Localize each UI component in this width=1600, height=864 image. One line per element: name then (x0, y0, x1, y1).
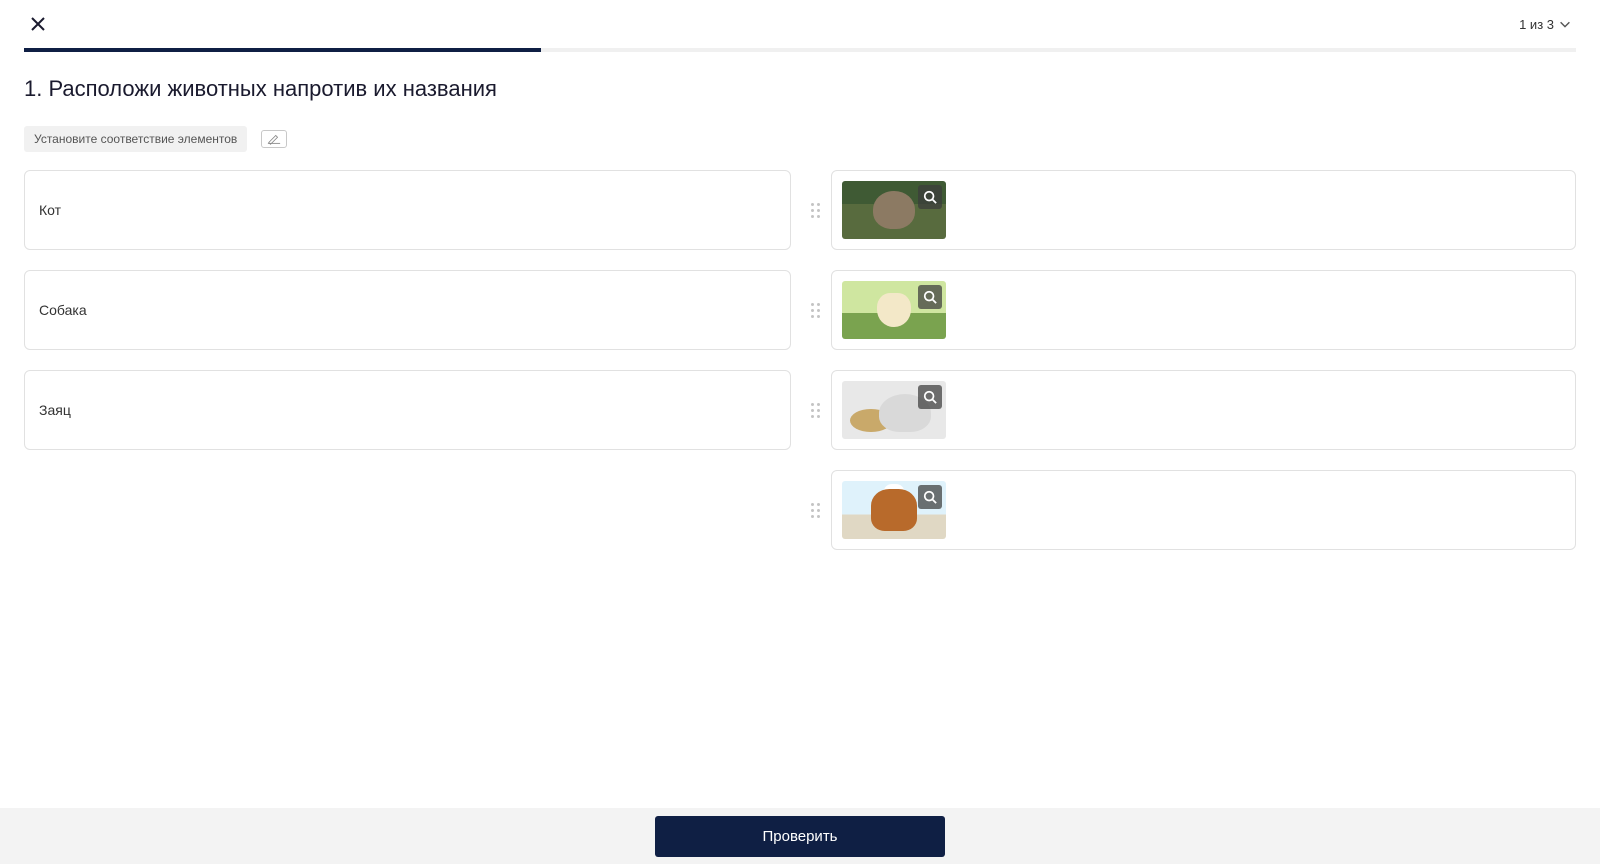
drag-handle-icon[interactable] (809, 403, 821, 418)
draw-tool-button[interactable] (261, 130, 287, 148)
draggable-item[interactable] (809, 470, 1576, 550)
magnifier-icon (923, 290, 937, 304)
zoom-button[interactable] (918, 285, 942, 309)
pager[interactable]: 1 из 3 (1519, 17, 1572, 32)
question-hint: Установите соответствие элементов (24, 126, 247, 152)
drag-handle-icon[interactable] (809, 303, 821, 318)
matching-columns: Кот Собака Заяц (24, 170, 1576, 550)
question-title: 1. Расположи животных напротив их назван… (24, 76, 1576, 102)
zoom-button[interactable] (918, 385, 942, 409)
right-column (809, 170, 1576, 550)
hare-image (842, 181, 946, 239)
footer: Проверить (0, 808, 1600, 864)
close-button[interactable] (24, 10, 52, 38)
magnifier-icon (923, 490, 937, 504)
cat-image (842, 381, 946, 439)
header: 1 из 3 (0, 0, 1600, 48)
drop-slot[interactable]: Заяц (24, 370, 791, 450)
slot-label: Кот (39, 202, 61, 218)
drag-handle-icon[interactable] (809, 203, 821, 218)
magnifier-icon (923, 390, 937, 404)
drop-slot[interactable]: Кот (24, 170, 791, 250)
magnifier-icon (923, 190, 937, 204)
pager-label: 1 из 3 (1519, 17, 1554, 32)
draggable-item[interactable] (809, 170, 1576, 250)
slot-label: Собака (39, 302, 87, 318)
check-button[interactable]: Проверить (655, 816, 945, 857)
meta-row: Установите соответствие элементов (24, 126, 1576, 152)
image-card (831, 170, 1576, 250)
image-card (831, 270, 1576, 350)
left-column: Кот Собака Заяц (24, 170, 791, 550)
zoom-button[interactable] (918, 185, 942, 209)
zoom-button[interactable] (918, 485, 942, 509)
image-card (831, 370, 1576, 450)
slot-label: Заяц (39, 402, 71, 418)
drag-handle-icon[interactable] (809, 503, 821, 518)
image-card (831, 470, 1576, 550)
draggable-item[interactable] (809, 370, 1576, 450)
drop-slot[interactable]: Собака (24, 270, 791, 350)
pencil-icon (267, 133, 281, 145)
cow-image (842, 481, 946, 539)
close-icon (30, 16, 46, 32)
chevron-down-icon (1558, 17, 1572, 31)
main: 1. Расположи животных напротив их назван… (0, 52, 1600, 574)
draggable-item[interactable] (809, 270, 1576, 350)
dog-image (842, 281, 946, 339)
